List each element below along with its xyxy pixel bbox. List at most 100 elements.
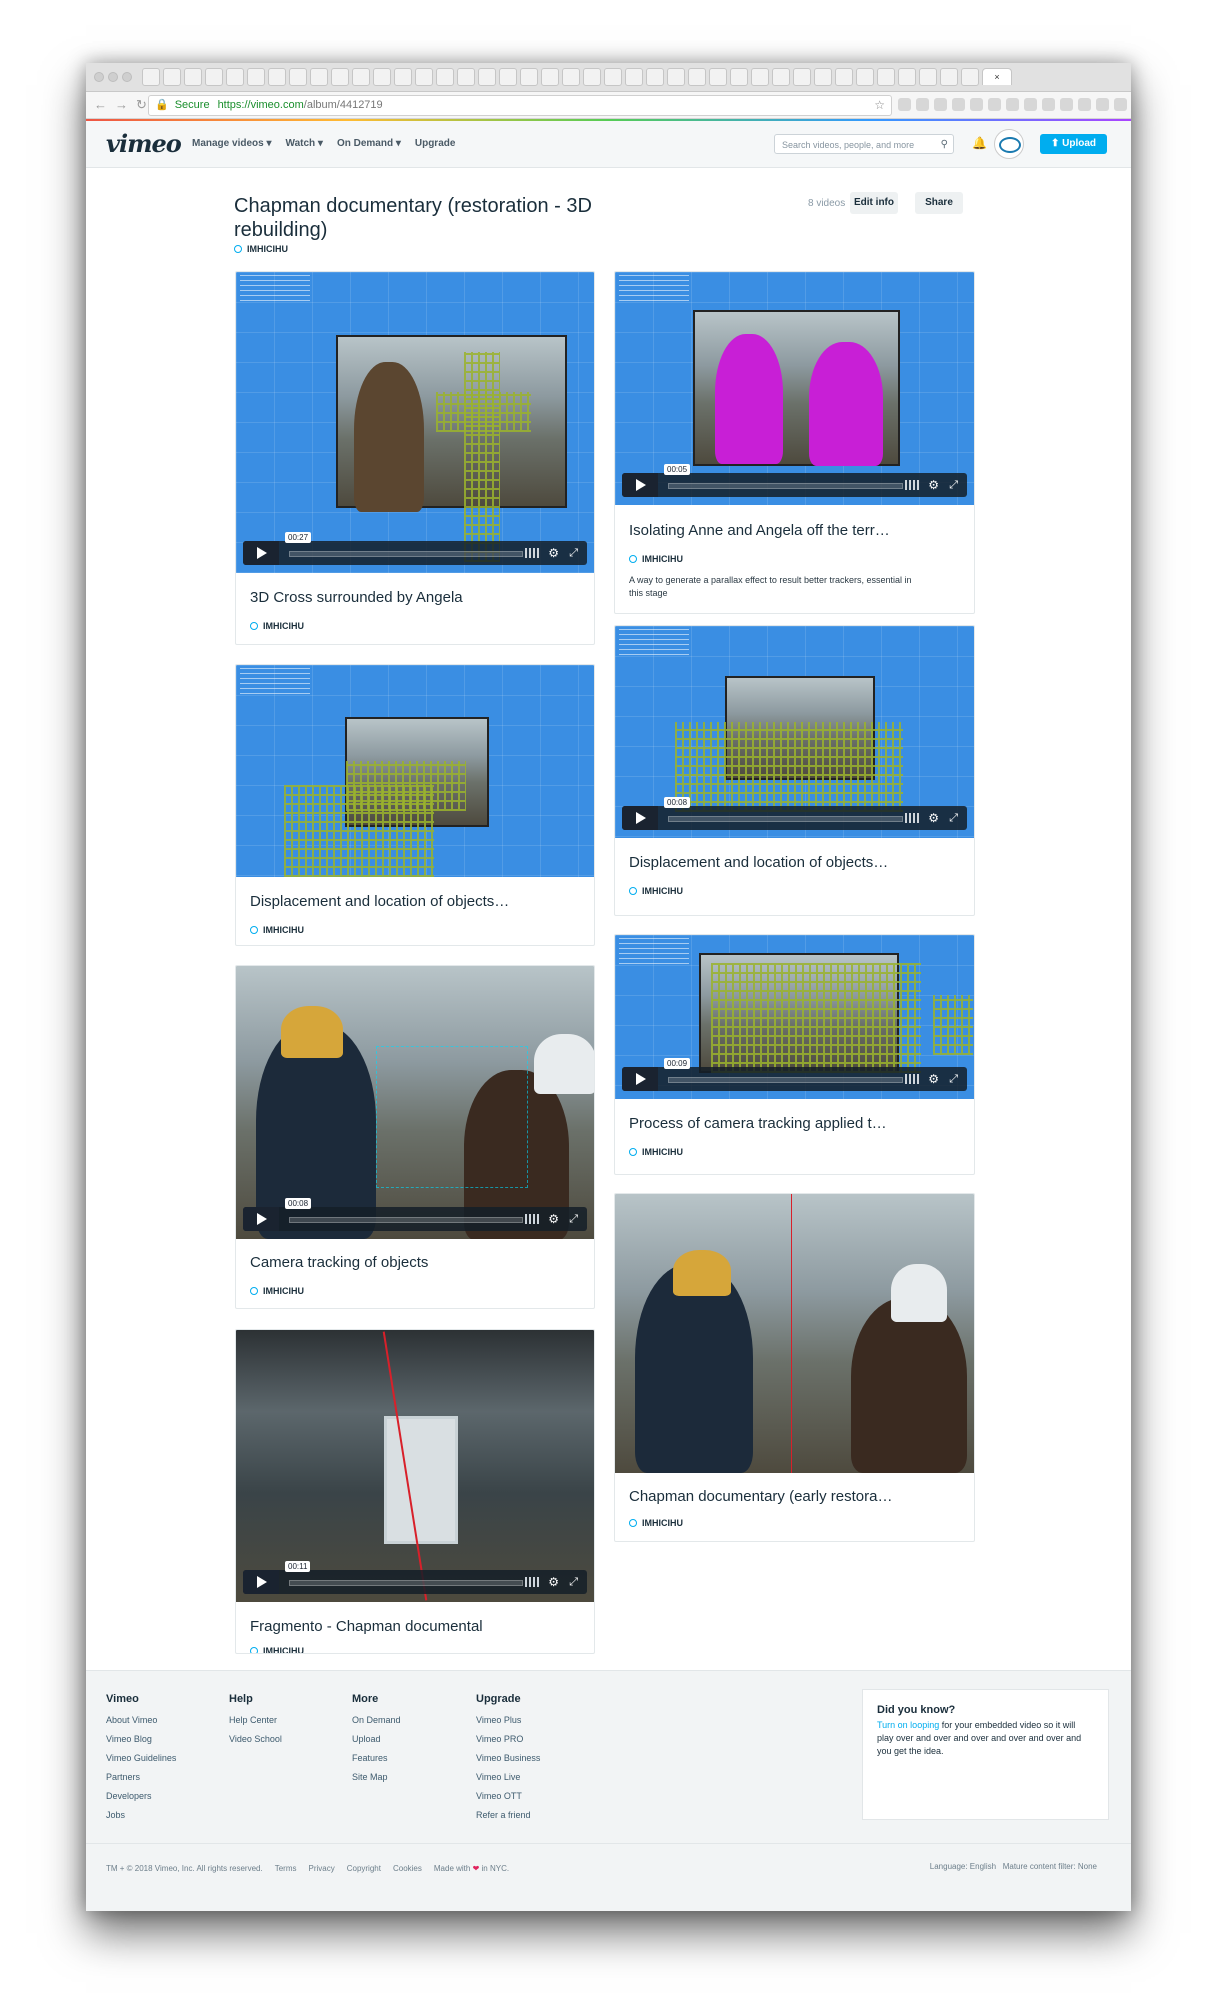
- tab[interactable]: [247, 68, 265, 86]
- footer-link[interactable]: Features: [352, 1753, 401, 1763]
- video-title[interactable]: Process of camera tracking applied t…: [629, 1115, 887, 1132]
- url-field[interactable]: 🔒 Secure https://vimeo.com/album/4412719 ☆: [148, 95, 892, 116]
- video-thumbnail[interactable]: [615, 1194, 974, 1473]
- video-card[interactable]: Chapman documentary (early restora… IMHI…: [614, 1193, 975, 1542]
- tab[interactable]: [268, 68, 286, 86]
- tab[interactable]: [940, 68, 958, 86]
- back-forward-reload-icons[interactable]: ←→↻: [94, 97, 155, 113]
- terms-link[interactable]: Terms: [275, 1864, 297, 1873]
- vimeo-logo[interactable]: vimeo: [106, 129, 182, 158]
- tab[interactable]: [604, 68, 622, 86]
- extension-icon[interactable]: [1096, 98, 1109, 111]
- footer-link[interactable]: Vimeo Business: [476, 1753, 540, 1763]
- extension-icon[interactable]: [1060, 98, 1073, 111]
- extension-icon[interactable]: [1078, 98, 1091, 111]
- play-icon[interactable]: [243, 1570, 279, 1594]
- extension-icon[interactable]: [952, 98, 965, 111]
- extension-icon[interactable]: [1042, 98, 1055, 111]
- video-thumbnail[interactable]: 00:11 ⚙ ⤢: [236, 1330, 594, 1602]
- progress-bar[interactable]: [668, 483, 903, 489]
- tab[interactable]: [415, 68, 433, 86]
- video-title[interactable]: Chapman documentary (early restora…: [629, 1488, 892, 1505]
- video-owner[interactable]: IMHICIHU: [250, 1286, 304, 1296]
- tab[interactable]: [709, 68, 727, 86]
- footer-link[interactable]: On Demand: [352, 1715, 401, 1725]
- tab[interactable]: [583, 68, 601, 86]
- play-icon[interactable]: [622, 806, 658, 830]
- tab[interactable]: [877, 68, 895, 86]
- minimize-window-button[interactable]: [108, 72, 118, 82]
- progress-bar[interactable]: [289, 551, 523, 557]
- video-card[interactable]: 00:08 ⚙ ⤢ Camera tracking of objects IMH…: [235, 965, 595, 1309]
- video-card[interactable]: 00:08 ⚙ ⤢ Displacement and location of o…: [614, 625, 975, 916]
- video-thumbnail[interactable]: 00:08 ⚙ ⤢: [615, 626, 974, 838]
- tip-link[interactable]: Turn on looping: [877, 1720, 939, 1730]
- video-thumbnail[interactable]: 00:05 ⚙ ⤢: [615, 272, 974, 505]
- tab[interactable]: [184, 68, 202, 86]
- upload-button[interactable]: ⬆ Upload: [1040, 134, 1107, 154]
- active-tab[interactable]: ×: [982, 68, 1012, 85]
- footer-link[interactable]: Help Center: [229, 1715, 282, 1725]
- footer-link[interactable]: Vimeo Blog: [106, 1734, 176, 1744]
- fullscreen-icon[interactable]: ⤢: [569, 1575, 578, 1589]
- video-owner[interactable]: IMHICIHU: [629, 1147, 683, 1157]
- fullscreen-icon[interactable]: ⤢: [949, 1072, 958, 1086]
- tab[interactable]: [730, 68, 748, 86]
- tab[interactable]: [961, 68, 979, 86]
- tab[interactable]: [310, 68, 328, 86]
- edit-info-button[interactable]: Edit info: [850, 192, 898, 214]
- play-icon[interactable]: [243, 541, 279, 565]
- user-avatar[interactable]: [994, 129, 1024, 159]
- volume-icon[interactable]: [905, 1074, 919, 1084]
- footer-link[interactable]: Upload: [352, 1734, 401, 1744]
- footer-link[interactable]: Vimeo PRO: [476, 1734, 540, 1744]
- tab[interactable]: [436, 68, 454, 86]
- tab[interactable]: [562, 68, 580, 86]
- settings-gear-icon[interactable]: ⚙: [548, 1212, 559, 1226]
- extension-icon[interactable]: [916, 98, 929, 111]
- privacy-link[interactable]: Privacy: [308, 1864, 334, 1873]
- video-owner[interactable]: IMHICIHU: [250, 1646, 304, 1653]
- search-input[interactable]: Search videos, people, and more ⚲: [774, 134, 954, 154]
- fullscreen-icon[interactable]: ⤢: [949, 478, 958, 492]
- tab[interactable]: [163, 68, 181, 86]
- tab[interactable]: [751, 68, 769, 86]
- mature-filter-selector[interactable]: Mature content filter: None: [1003, 1862, 1097, 1871]
- tab[interactable]: [919, 68, 937, 86]
- video-card[interactable]: 00:09 ⚙ ⤢ Process of camera tracking app…: [614, 934, 975, 1175]
- tab[interactable]: [835, 68, 853, 86]
- share-button[interactable]: Share: [915, 192, 963, 214]
- tab[interactable]: [667, 68, 685, 86]
- settings-gear-icon[interactable]: ⚙: [548, 546, 559, 560]
- tab[interactable]: [478, 68, 496, 86]
- extension-icon[interactable]: [1006, 98, 1019, 111]
- copyright-link[interactable]: Copyright: [347, 1864, 381, 1873]
- video-thumbnail[interactable]: 00:09 ⚙ ⤢: [615, 935, 974, 1099]
- progress-bar[interactable]: [668, 1077, 903, 1083]
- video-title[interactable]: Fragmento - Chapman documental: [250, 1618, 483, 1635]
- tab[interactable]: [499, 68, 517, 86]
- tab[interactable]: [793, 68, 811, 86]
- footer-link[interactable]: Video School: [229, 1734, 282, 1744]
- video-title[interactable]: 3D Cross surrounded by Angela: [250, 589, 463, 606]
- notifications-bell-icon[interactable]: 🔔: [972, 136, 987, 150]
- footer-link[interactable]: Vimeo Live: [476, 1772, 540, 1782]
- extension-icon[interactable]: [1024, 98, 1037, 111]
- video-thumbnail[interactable]: 00:08 ⚙ ⤢: [236, 966, 594, 1239]
- play-icon[interactable]: [243, 1207, 279, 1231]
- extension-icon[interactable]: [988, 98, 1001, 111]
- extension-icon[interactable]: [934, 98, 947, 111]
- tab[interactable]: [394, 68, 412, 86]
- video-owner[interactable]: IMHICIHU: [250, 621, 304, 631]
- language-selector[interactable]: Language: English: [930, 1862, 996, 1871]
- nav-upgrade[interactable]: Upgrade: [415, 138, 456, 149]
- footer-link[interactable]: Vimeo OTT: [476, 1791, 540, 1801]
- tab[interactable]: [898, 68, 916, 86]
- video-owner[interactable]: IMHICIHU: [629, 886, 683, 896]
- video-thumbnail[interactable]: [236, 665, 594, 877]
- tab[interactable]: [142, 68, 160, 86]
- video-owner[interactable]: IMHICIHU: [629, 554, 683, 564]
- extension-icon[interactable]: [970, 98, 983, 111]
- progress-bar[interactable]: [289, 1217, 523, 1223]
- close-window-button[interactable]: [94, 72, 104, 82]
